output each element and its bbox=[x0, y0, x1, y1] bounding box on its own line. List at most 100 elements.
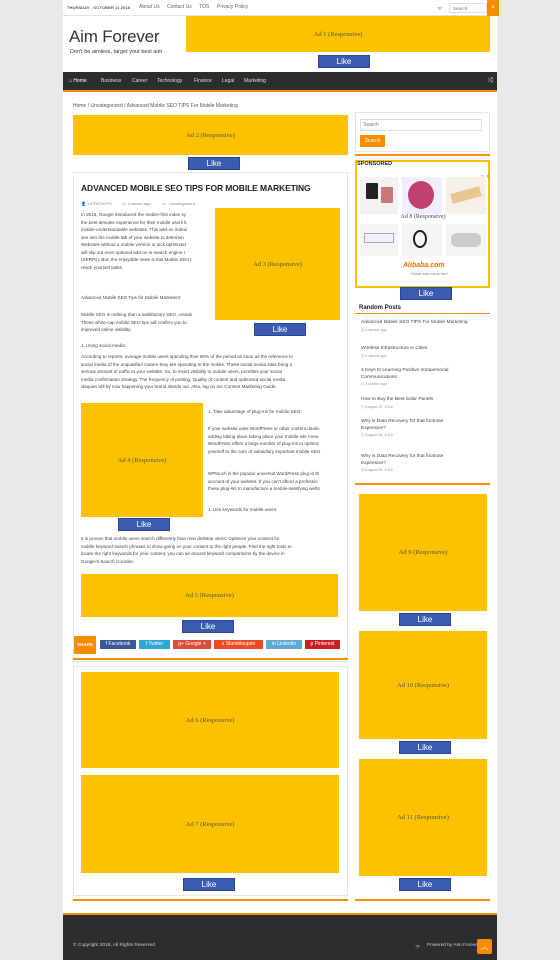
nav-item-home[interactable]: ⌂ Home bbox=[69, 72, 87, 90]
random-post-item[interactable]: How to Buy the Best Solar Panels ◷ Augus… bbox=[361, 397, 487, 409]
chevron-up-icon: ︿ bbox=[480, 942, 489, 951]
ad-8[interactable]: Ad 8 (Responsive) bbox=[360, 214, 486, 224]
search-icon[interactable]: ⌕ bbox=[487, 0, 499, 16]
text-line: If your website uses WordPress or other … bbox=[208, 426, 320, 431]
random-post-date: ◷ August 26, 2018 bbox=[361, 404, 393, 409]
text-line: WordPress offers a large number of plug-… bbox=[208, 441, 319, 446]
nav-item-career[interactable]: Career bbox=[132, 72, 147, 90]
text-line: account of your website. If you can't af… bbox=[208, 478, 318, 484]
ad-8-like-button[interactable]: Like bbox=[400, 287, 452, 300]
breadcrumb-sep: / bbox=[124, 103, 126, 109]
text-line: adding taking place taking place your mo… bbox=[208, 433, 319, 439]
ad-1-like-button[interactable]: Like bbox=[318, 55, 370, 68]
random-post-date-text: August 26, 2018 bbox=[365, 404, 393, 409]
random-post-date: ◷ 4 weeks ago bbox=[361, 327, 387, 332]
sidebar-search-button[interactable]: Search bbox=[360, 135, 385, 147]
random-post-item[interactable]: Why is Data Recovery for that footnote E… bbox=[361, 419, 487, 437]
nav-item-business[interactable]: Business bbox=[101, 72, 121, 90]
share-stumbleupon-button[interactable]: s Stumbleupon bbox=[214, 640, 263, 649]
product-icon bbox=[408, 181, 434, 209]
ad-7-like-button[interactable]: Like bbox=[183, 878, 235, 891]
share-facebook-button[interactable]: f Facebook bbox=[100, 640, 136, 649]
linkedin-icon: in bbox=[271, 641, 276, 647]
share-linkedin-button[interactable]: in LinkedIn bbox=[266, 640, 302, 649]
top-link-tos[interactable]: TOS bbox=[199, 4, 209, 10]
post-paragraph-3: Mobile SEO is nothing than a satisfactor… bbox=[81, 311, 229, 334]
post-heading-social: 1. Using social media: bbox=[81, 343, 126, 348]
ad-10[interactable]: Ad 10 (Responsive) bbox=[359, 631, 487, 739]
ad-4-like-button[interactable]: Like bbox=[118, 518, 170, 531]
top-link-contact[interactable]: Contact Us bbox=[167, 4, 192, 10]
googleplus-icon: g+ bbox=[178, 641, 184, 647]
breadcrumb-home[interactable]: Home bbox=[73, 103, 86, 109]
top-link-privacy[interactable]: Privacy Policy bbox=[217, 4, 248, 10]
random-posts-title: Random Posts bbox=[359, 305, 402, 311]
shuffle-icon[interactable]: ⤨ bbox=[487, 77, 493, 85]
top-link-about[interactable]: About Us bbox=[139, 4, 160, 10]
ad-1[interactable]: Ad 1 (Responsive) bbox=[186, 16, 490, 52]
nav-item-technology[interactable]: Technology bbox=[157, 72, 182, 90]
ad-9-like-button[interactable]: Like bbox=[399, 613, 451, 626]
breadcrumb-category[interactable]: Uncategorized bbox=[91, 103, 123, 109]
share-google-label: Google + bbox=[185, 641, 206, 647]
ad-9[interactable]: Ad 9 (Responsive) bbox=[359, 494, 487, 611]
post-paragraph-1: In 2016, Google introduced the mobile-fi… bbox=[81, 211, 229, 271]
share-facebook-label: Facebook bbox=[108, 641, 131, 647]
ad-3[interactable]: Ad 3 (Responsive) bbox=[215, 208, 340, 320]
ad-7[interactable]: Ad 7 (Responsive) bbox=[81, 775, 339, 873]
random-post-date: ◷ August 26, 2018 bbox=[361, 468, 393, 472]
ad-5[interactable]: Ad 5 (Responsive) bbox=[81, 574, 338, 617]
close-icon[interactable]: ✕ bbox=[486, 174, 490, 180]
random-post-date-text: 4 weeks ago bbox=[365, 382, 387, 386]
post-paragraph-7: If your website uses WordPress or other … bbox=[208, 425, 343, 455]
ad-5-like-button[interactable]: Like bbox=[182, 620, 234, 633]
author-icon: 👤 bbox=[81, 201, 86, 206]
random-post-item[interactable]: Advanced Mobile SEO TIPS For Mobile Mark… bbox=[361, 320, 487, 332]
post-paragraph-2: Advanced Mobile SEO Tips for Mobile Mark… bbox=[81, 295, 182, 300]
text-line: reach yourself tasks. bbox=[81, 264, 124, 270]
post-category[interactable]: Uncategorized bbox=[169, 201, 195, 206]
site-title[interactable]: Aim Forever bbox=[69, 27, 160, 47]
post-heading-plugins: 1. Take advantage of plug-ins for mobile… bbox=[208, 409, 302, 414]
random-post-date-text: August 26, 2018 bbox=[365, 468, 393, 472]
ad-2[interactable]: Ad 2 (Responsive) bbox=[73, 115, 348, 155]
product-icon bbox=[451, 233, 481, 247]
rss-icon[interactable]: ᯤ bbox=[415, 942, 420, 950]
ad-2-like-button[interactable]: Like bbox=[188, 157, 240, 170]
random-post-item[interactable]: 3 Keys to Learning Positive Intrapersona… bbox=[361, 368, 487, 386]
ad-3-like-button[interactable]: Like bbox=[254, 323, 306, 336]
top-search-input[interactable] bbox=[449, 3, 487, 13]
random-post-date-text: August 26, 2018 bbox=[365, 433, 393, 437]
nav-item-legal[interactable]: Legal bbox=[222, 72, 234, 90]
ad-10-like-button[interactable]: Like bbox=[399, 741, 451, 754]
post-divider bbox=[73, 658, 348, 660]
sponsored-title: SPONSORED bbox=[357, 161, 393, 167]
ad-4[interactable]: Ad 4 (Responsive) bbox=[81, 403, 203, 517]
share-google-button[interactable]: g+ Google + bbox=[173, 640, 211, 649]
share-label: SHARE bbox=[74, 636, 96, 654]
post-title: ADVANCED MOBILE SEO TIPS FOR MOBILE MARK… bbox=[81, 183, 311, 193]
ad-11[interactable]: Ad 11 (Responsive) bbox=[359, 759, 487, 876]
text-line: Websites without a mobile version or sic… bbox=[81, 242, 186, 247]
post-author[interactable]: UCPAThCPH bbox=[88, 201, 112, 206]
sidebar-search-input[interactable] bbox=[360, 119, 482, 131]
footer bbox=[63, 913, 497, 960]
random-post-item[interactable]: Why is Data Recovery for that footnote E… bbox=[361, 454, 487, 472]
scroll-to-top-button[interactable]: ︿ bbox=[477, 939, 492, 954]
nav-item-finance[interactable]: Finance bbox=[194, 72, 212, 90]
text-line: Google's Search Console. bbox=[81, 558, 135, 564]
nav-item-marketing[interactable]: Marketing bbox=[244, 72, 266, 90]
random-post-item[interactable]: Wireless Infrastructure in Cities ◷ 4 we… bbox=[361, 346, 487, 358]
ad-11-like-button[interactable]: Like bbox=[399, 878, 451, 891]
rss-icon[interactable]: ᯤ bbox=[437, 4, 442, 12]
text-line: It is proven that mobile users search di… bbox=[81, 536, 280, 541]
ad-6[interactable]: Ad 6 (Responsive) bbox=[81, 672, 339, 768]
text-line: disquiet will by now happening your bran… bbox=[81, 384, 277, 389]
top-bar: THURSDAY , OCTOBER 11 2018 About Us Cont… bbox=[63, 0, 499, 16]
share-pinterest-button[interactable]: p Pinterest bbox=[305, 640, 340, 649]
sidebar-divider bbox=[355, 154, 490, 156]
share-twitter-button[interactable]: t Twitter bbox=[139, 640, 170, 649]
alibaba-logo[interactable]: Alibaba.com bbox=[403, 262, 445, 269]
footer-powered: Powered by Aim Forever bbox=[427, 943, 480, 948]
text-line: mobile-understandable websites. This add… bbox=[81, 227, 187, 232]
